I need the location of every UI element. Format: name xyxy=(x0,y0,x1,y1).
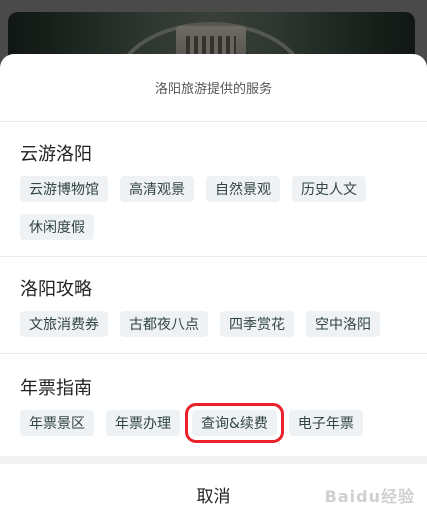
chip-query-renew[interactable]: 查询&续费 xyxy=(185,403,284,443)
chip-aerial-luoyang[interactable]: 空中洛阳 xyxy=(306,311,380,337)
section-heading: 云游洛阳 xyxy=(20,144,92,165)
chip-list: 年票景区 年票办理 查询&续费 电子年票 xyxy=(20,400,407,454)
chip-leisure[interactable]: 休闲度假 xyxy=(20,214,94,240)
chip-pass-apply[interactable]: 年票办理 xyxy=(106,410,180,436)
chip-e-pass[interactable]: 电子年票 xyxy=(288,410,363,436)
watermark-logo: Baidu经验 xyxy=(324,487,415,506)
chip-travel-voucher[interactable]: 文旅消费券 xyxy=(20,311,108,337)
chip-night-eight[interactable]: 古都夜八点 xyxy=(120,311,208,337)
section-yunyou: 云游洛阳 云游博物馆 高清观景 自然景观 历史人文 休闲度假 xyxy=(0,122,427,257)
chip-seasonal-flowers[interactable]: 四季赏花 xyxy=(220,311,294,337)
section-guide: 洛阳攻略 文旅消费券 古都夜八点 四季赏花 空中洛阳 xyxy=(0,257,427,354)
section-heading: 年票指南 xyxy=(20,378,92,399)
sheet-title: 洛阳旅游提供的服务 xyxy=(0,54,427,122)
section-annual-pass: 年票指南 年票景区 年票办理 查询&续费 电子年票 xyxy=(0,354,427,454)
services-bottom-sheet: 洛阳旅游提供的服务 云游洛阳 云游博物馆 高清观景 自然景观 历史人文 休闲度假… xyxy=(0,54,427,521)
chip-history-culture[interactable]: 历史人文 xyxy=(292,176,366,202)
chip-hd-view[interactable]: 高清观景 xyxy=(120,176,194,202)
chip-natural-scenery[interactable]: 自然景观 xyxy=(206,176,280,202)
chip-cloud-museum[interactable]: 云游博物馆 xyxy=(20,176,108,202)
chip-pass-scenic-spots[interactable]: 年票景区 xyxy=(20,410,94,436)
section-heading: 洛阳攻略 xyxy=(20,279,92,300)
chip-list: 云游博物馆 高清观景 自然景观 历史人文 休闲度假 xyxy=(20,166,407,258)
chip-list: 文旅消费券 古都夜八点 四季赏花 空中洛阳 xyxy=(20,301,407,355)
divider-gap xyxy=(0,456,427,464)
